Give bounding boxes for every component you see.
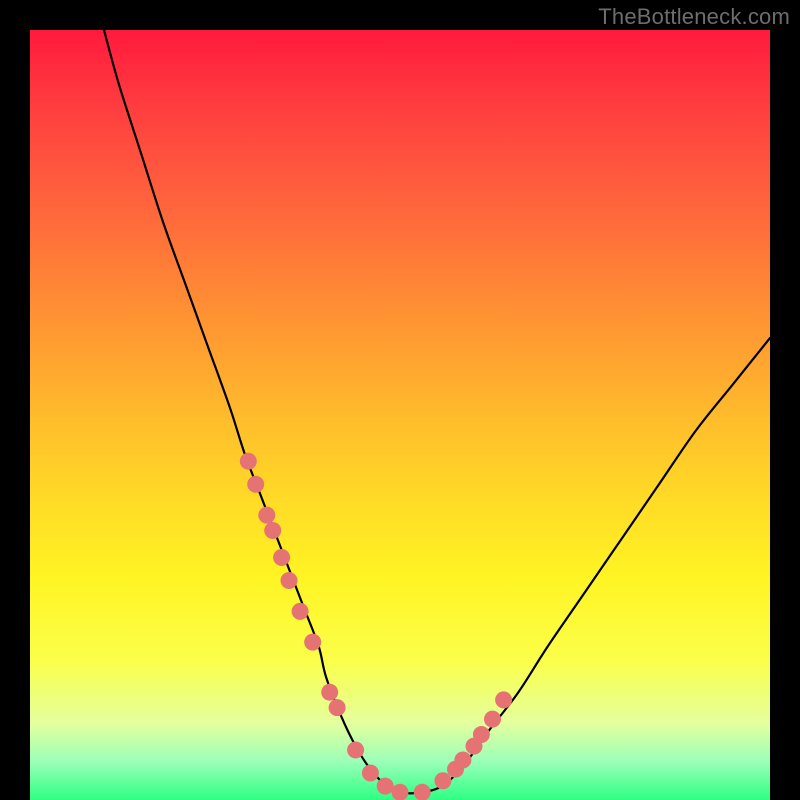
- marker-dot: [495, 691, 512, 708]
- marker-dot: [362, 765, 379, 782]
- marker-dot: [258, 507, 275, 524]
- marker-dot: [247, 476, 264, 493]
- marker-dot: [281, 572, 298, 589]
- marker-dot: [264, 522, 281, 539]
- marker-dot: [240, 453, 257, 470]
- plot-area: [30, 30, 770, 800]
- marker-dot: [304, 634, 321, 651]
- marker-dot: [292, 603, 309, 620]
- bottleneck-curve: [104, 30, 770, 793]
- watermark-text: TheBottleneck.com: [598, 4, 790, 30]
- marker-dot: [454, 751, 471, 768]
- marker-dot: [377, 778, 394, 795]
- marker-dot: [329, 699, 346, 716]
- marker-dot: [484, 711, 501, 728]
- marker-group: [240, 453, 512, 800]
- marker-dot: [347, 741, 364, 758]
- marker-dot: [273, 549, 290, 566]
- marker-dot: [392, 784, 409, 800]
- chart-svg: [30, 30, 770, 800]
- marker-dot: [434, 772, 451, 789]
- outer-frame: TheBottleneck.com: [0, 0, 800, 800]
- marker-dot: [414, 784, 431, 800]
- marker-dot: [473, 726, 490, 743]
- marker-dot: [321, 684, 338, 701]
